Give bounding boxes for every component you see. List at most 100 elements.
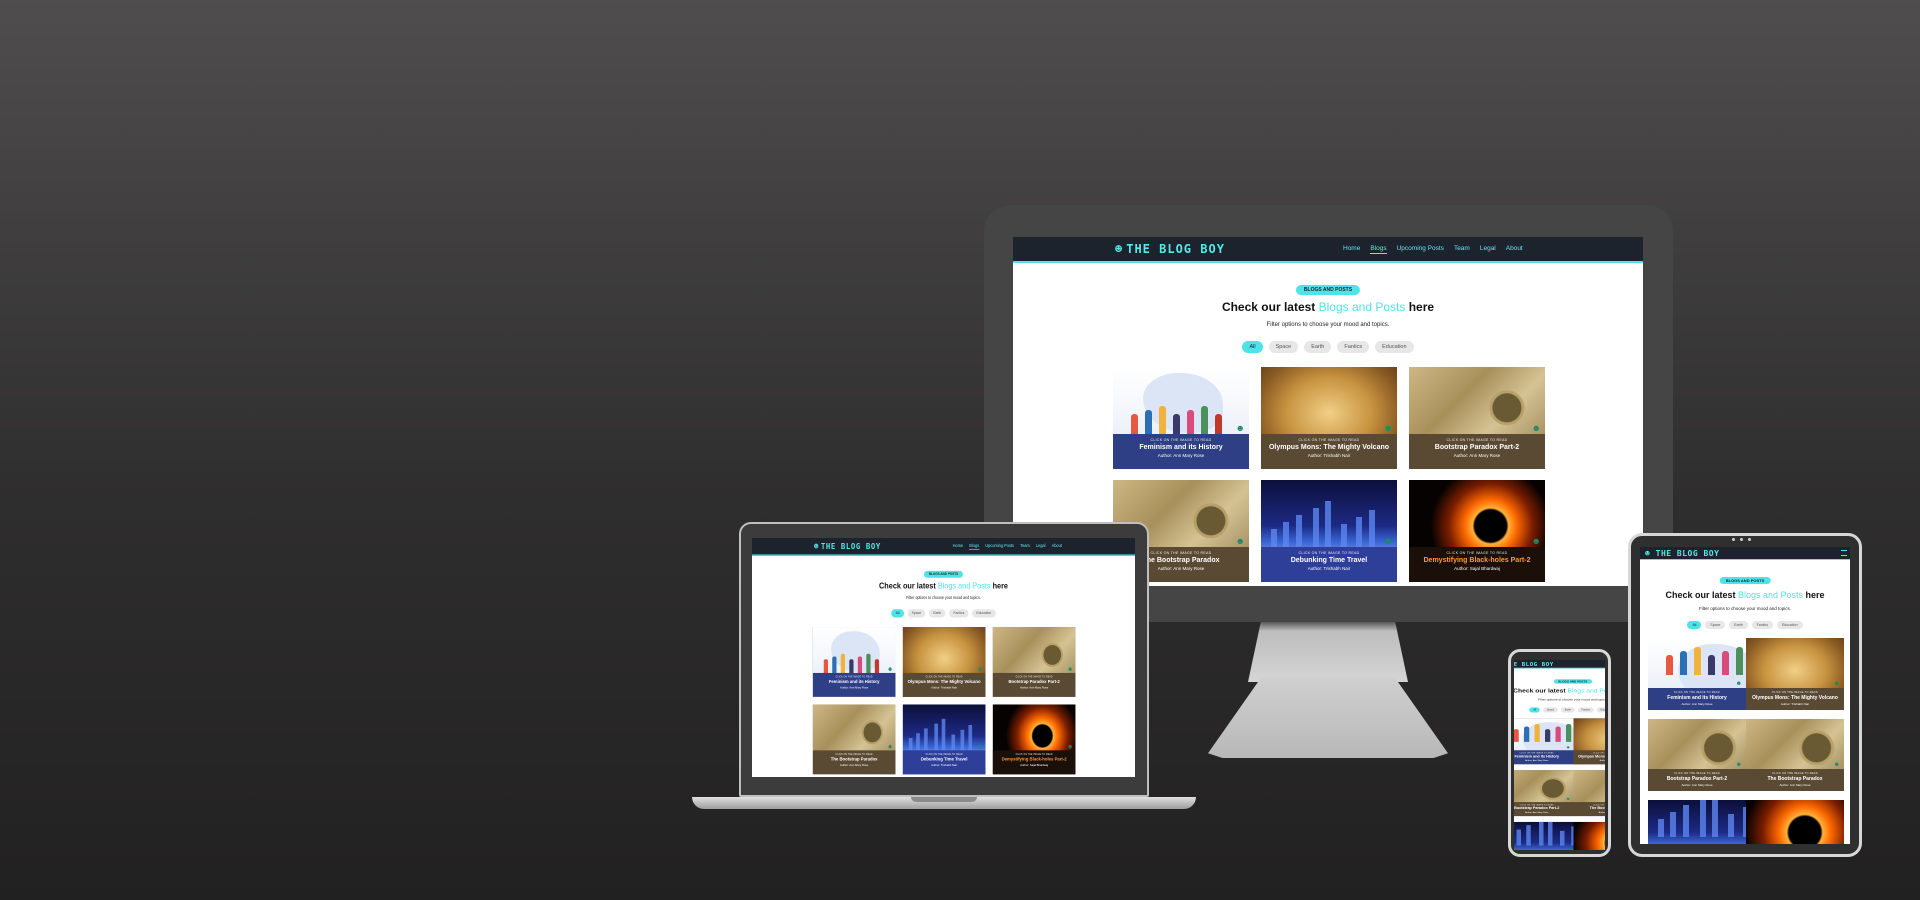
card-prompt: CLICK ON THE IMAGE TO READ — [835, 753, 873, 756]
blog-card[interactable]: ☻CLICK ON THE IMAGE TO READOlympus Mons:… — [1573, 718, 1605, 765]
alien-badge-icon: ☻ — [1531, 536, 1541, 546]
blog-card[interactable]: ☻CLICK ON THE IMAGE TO READThe Bootstrap… — [1573, 770, 1605, 817]
site-logo[interactable]: ☻ THE BLOG BOY — [1514, 661, 1554, 667]
blog-card[interactable]: ☻ CLICK ON THE IMAGE TO READ Feminism and … — [1514, 718, 1574, 765]
blog-card[interactable]: ☻CLICK ON THE IMAGE TO READDemystifying … — [992, 704, 1076, 775]
section-badge: BLOGS AND POSTS — [1719, 577, 1771, 584]
card-title[interactable]: Olympus Mons: The Mighty Volcano — [903, 680, 986, 685]
blog-card[interactable]: ☻ CLICK ON THE IMAGE TO READ Bootstrap Par… — [1648, 719, 1746, 791]
filter-education[interactable]: Education — [1375, 341, 1414, 353]
card-image[interactable] — [1746, 800, 1844, 844]
nav-link-legal[interactable]: Legal — [1036, 543, 1046, 549]
card-title[interactable]: The Bootstrap Paradox — [1574, 807, 1605, 811]
card-title[interactable]: Bootstrap Paradox Part-2 — [993, 680, 1076, 685]
card-title[interactable]: The Bootstrap Paradox — [813, 757, 896, 762]
card-image[interactable] — [1514, 821, 1574, 850]
filter-education[interactable]: Education — [1596, 707, 1605, 713]
filter-education[interactable]: Education — [972, 609, 996, 618]
nav-link-about[interactable]: About — [1052, 543, 1062, 549]
alien-badge-icon: ☻ — [977, 665, 984, 673]
blog-card[interactable]: ☻CLICK ON THE IMAGE TO READDemystifying … — [1746, 800, 1844, 844]
blog-card[interactable]: ☻CLICK ON THE IMAGE TO READOlympus Mons:… — [1746, 638, 1844, 710]
card-image[interactable] — [1648, 800, 1746, 844]
blog-card[interactable]: ☻CLICK ON THE IMAGE TO READDebunking Tim… — [1648, 800, 1746, 844]
nav-link-home[interactable]: Home — [1343, 245, 1360, 254]
filter-earth[interactable]: Earth — [1729, 621, 1748, 629]
filter-fantics[interactable]: Fantics — [949, 609, 969, 618]
blog-card[interactable]: ☻CLICK ON THE IMAGE TO READOlympus Mons:… — [1261, 367, 1397, 469]
site-logo[interactable]: ☻ THE BLOG BOY — [1645, 549, 1719, 558]
nav-link-team[interactable]: Team — [1020, 543, 1030, 549]
nav-link-blogs[interactable]: Blogs — [1370, 245, 1387, 254]
blog-card[interactable]: ☻CLICK ON THE IMAGE TO READOlympus Mons:… — [902, 627, 986, 697]
card-prompt: CLICK ON THE IMAGE TO READ — [1298, 551, 1360, 555]
site-laptop: ☻ THE BLOG BOY Home Blogs Upcoming Posts Tea… — [752, 538, 1135, 777]
card-title[interactable]: Olympus Mons: The Mighty Volcano — [1746, 695, 1844, 701]
card-title[interactable]: Feminism and its History — [1113, 444, 1249, 451]
card-title[interactable]: Bootstrap Paradox Part-2 — [1409, 444, 1545, 451]
blog-card[interactable]: ☻CLICK ON THE IMAGE TO READDebunking Tim… — [1514, 821, 1574, 850]
card-author: Author: Sajal Bhardwaj — [1454, 566, 1500, 571]
card-title[interactable]: Olympus Mons: The Mighty Volcano — [1261, 444, 1397, 451]
blog-card[interactable]: ☻ CLICK ON THE IMAGE TO READ Bootstrap Par… — [1514, 770, 1574, 817]
filter-space[interactable]: Space — [1268, 341, 1299, 353]
site-logo[interactable]: ☻ THE BLOG BOY — [1115, 242, 1225, 256]
nav-link-upcoming-posts[interactable]: Upcoming Posts — [985, 543, 1014, 549]
filter-earth[interactable]: Earth — [1304, 341, 1332, 353]
blog-card[interactable]: ☻CLICK ON THE IMAGE TO READThe Bootstrap… — [812, 704, 896, 775]
nav-link-legal[interactable]: Legal — [1480, 245, 1496, 254]
blog-card[interactable]: ☻ CLICK ON THE IMAGE TO READ Feminism and … — [1113, 367, 1249, 469]
card-title[interactable]: The Bootstrap Paradox — [1746, 776, 1844, 782]
card-title[interactable]: Bootstrap Paradox Part-2 — [1514, 807, 1574, 811]
blog-card[interactable]: ☻CLICK ON THE IMAGE TO READThe Bootstrap… — [1746, 719, 1844, 791]
hamburger-icon[interactable] — [1841, 550, 1847, 556]
card-title[interactable]: Demystifying Black-holes Part-2 — [1409, 557, 1545, 564]
blog-card[interactable]: ☻ CLICK ON THE IMAGE TO READ Feminism and … — [812, 627, 896, 697]
nav-links: Home Blogs Upcoming Posts Team Legal About — [1343, 245, 1523, 254]
blog-card[interactable]: ☻CLICK ON THE IMAGE TO READDemystifying … — [1409, 480, 1545, 582]
filter-fantics[interactable]: Fantics — [1337, 341, 1370, 353]
blog-card[interactable]: ☻ CLICK ON THE IMAGE TO READ Debunking Tim… — [1261, 480, 1397, 582]
section-badge: BLOGS AND POSTS — [1553, 679, 1592, 684]
nav-link-upcoming-posts[interactable]: Upcoming Posts — [1397, 245, 1444, 254]
filter-all[interactable]: All — [1529, 707, 1541, 713]
site-phone: ☻ THE BLOG BOY BLOGS AND POSTS Check our… — [1514, 660, 1605, 850]
filter-space[interactable]: Space — [1705, 621, 1726, 629]
card-caption: CLICK ON THE IMAGE TO READ Feminism and i… — [1113, 434, 1249, 469]
card-title[interactable]: Debunking Time Travel — [903, 757, 986, 762]
filter-all[interactable]: All — [891, 609, 904, 618]
card-title[interactable]: Bootstrap Paradox Part-2 — [1648, 776, 1746, 782]
card-title[interactable]: Feminism and its History — [813, 680, 896, 685]
blog-card[interactable]: ☻ CLICK ON THE IMAGE TO READ Bootstrap Par… — [1409, 367, 1545, 469]
blog-card[interactable]: ☻CLICK ON THE IMAGE TO READDemystifying … — [1573, 821, 1605, 850]
card-title[interactable]: Olympus Mons: The Mighty Volcano — [1574, 755, 1605, 759]
card-title[interactable]: Debunking Time Travel — [1261, 557, 1397, 564]
nav-link-team[interactable]: Team — [1454, 245, 1470, 254]
card-image[interactable] — [1573, 821, 1605, 850]
filter-earth[interactable]: Earth — [1560, 707, 1575, 713]
nav-link-about[interactable]: About — [1506, 245, 1523, 254]
alien-badge-icon: ☻ — [1383, 536, 1393, 546]
filter-all[interactable]: All — [1687, 621, 1702, 629]
filter-space[interactable]: Space — [907, 609, 926, 618]
card-grid: ☻ CLICK ON THE IMAGE TO READ Feminism and … — [812, 627, 1076, 775]
filter-fantics[interactable]: Fantics — [1577, 707, 1594, 713]
site-navbar: ☻ THE BLOG BOY — [1514, 660, 1605, 669]
monitor-stand-base — [1208, 678, 1448, 758]
filter-bar: AllSpaceEarthFanticsEducation — [752, 609, 1135, 618]
filter-earth[interactable]: Earth — [929, 609, 946, 618]
nav-link-home[interactable]: Home — [953, 543, 964, 549]
filter-space[interactable]: Space — [1543, 707, 1558, 713]
card-title[interactable]: Demystifying Black-holes Part-2 — [993, 757, 1076, 762]
card-title[interactable]: Feminism and its History — [1514, 755, 1574, 759]
site-logo[interactable]: ☻ THE BLOG BOY — [814, 541, 881, 551]
filter-fantics[interactable]: Fantics — [1751, 621, 1773, 629]
card-author: Author: Ann Mary Rose — [1525, 759, 1549, 762]
blog-card[interactable]: ☻CLICK ON THE IMAGE TO READDebunking Tim… — [902, 704, 986, 775]
blog-card[interactable]: ☻ CLICK ON THE IMAGE TO READ Bootstrap Par… — [992, 627, 1076, 697]
card-title[interactable]: Feminism and its History — [1648, 695, 1746, 701]
filter-education[interactable]: Education — [1776, 621, 1803, 629]
nav-link-blogs[interactable]: Blogs — [969, 543, 980, 550]
filter-all[interactable]: All — [1242, 341, 1263, 353]
blog-card[interactable]: ☻ CLICK ON THE IMAGE TO READ Feminism and … — [1648, 638, 1746, 710]
